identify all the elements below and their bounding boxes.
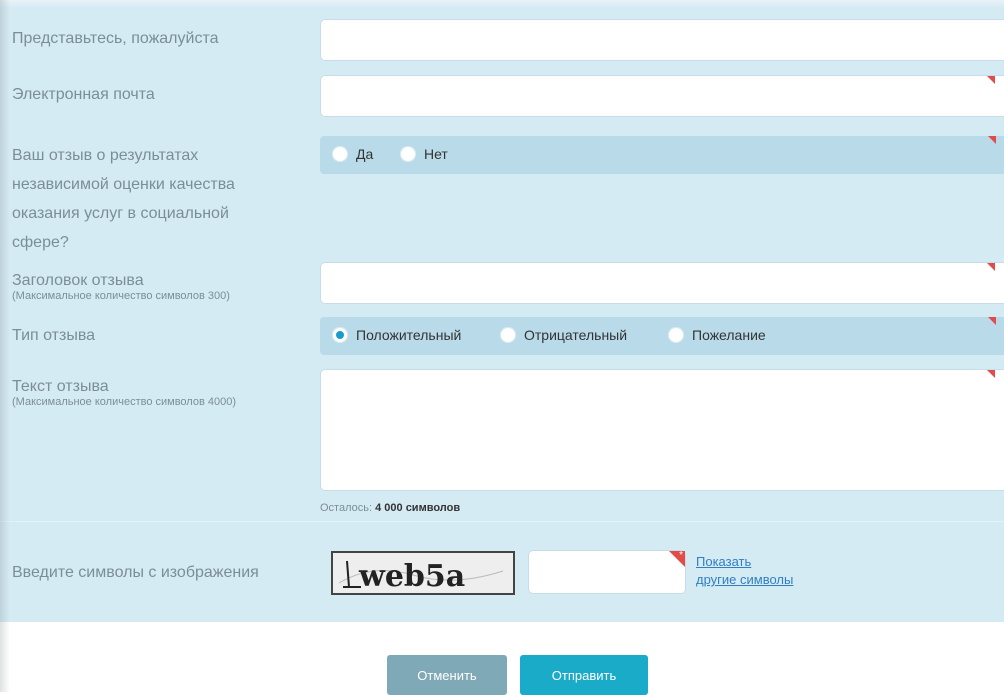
radio-circle [668,327,684,343]
chars-counter: Осталось: 4 000 символов [320,502,460,514]
required-marker [988,317,996,325]
title-hint: (Максимальное количество символов 300) [12,290,230,302]
title-label-block: Заголовок отзыва (Максимальное количеств… [12,272,230,302]
type-label: Тип отзыва [12,327,96,344]
radio-positive[interactable]: Положительный [332,327,461,343]
radio-circle-checked [332,327,348,343]
captcha-input[interactable]: * [528,550,686,594]
radio-negative-label: Отрицательный [524,327,628,343]
question-radio-group: Да Нет [320,136,1004,174]
email-input[interactable] [320,75,1004,117]
text-label: Текст отзыва [12,378,109,395]
captcha-label: Введите символы с изображения [12,564,259,581]
submit-button[interactable]: Отправить [520,655,648,695]
feedback-form: Представьтесь, пожалуйста Электронная по… [0,0,1004,622]
required-marker [987,263,995,271]
show-other-symbols-link-line2[interactable]: другие символы [696,572,793,587]
required-asterisk: * [679,550,683,561]
title-input[interactable] [320,262,1004,304]
radio-circle [400,146,416,162]
radio-no-label: Нет [424,146,448,162]
text-textarea[interactable] [320,369,1004,491]
email-label: Электронная почта [12,86,155,103]
radio-yes-label: Да [356,146,374,162]
radio-negative[interactable]: Отрицательный [500,327,627,343]
radio-circle [500,327,516,343]
radio-positive-label: Положительный [356,327,462,343]
radio-wish[interactable]: Пожелание [668,327,766,343]
text-label-block: Текст отзыва (Максимальное количество си… [12,378,236,408]
captcha-picture: web5a [333,553,513,594]
radio-wish-label: Пожелание [692,327,766,343]
cancel-button[interactable]: Отменить [387,655,507,695]
type-radio-group: Положительный Отрицательный Пожелание [320,317,1004,355]
divider [0,521,1004,522]
name-label: Представьтесь, пожалуйста [12,30,219,47]
name-input[interactable] [320,19,1004,61]
radio-no[interactable]: Нет [400,146,448,162]
required-marker [988,136,996,144]
captcha-text: web5a [358,559,465,593]
counter-prefix: Осталось: [320,502,373,514]
title-label: Заголовок отзыва [12,272,144,289]
required-marker [987,76,995,84]
show-other-symbols-link-line1[interactable]: Показать [696,554,751,569]
radio-circle [332,146,348,162]
text-hint: (Максимальное количество символов 4000) [12,396,236,408]
required-marker [987,370,995,378]
counter-value: 4 000 символов [375,502,461,514]
radio-yes[interactable]: Да [332,146,373,162]
captcha-image: web5a [331,551,515,595]
question-label: Ваш отзыв о результатах независимой оцен… [12,147,235,251]
